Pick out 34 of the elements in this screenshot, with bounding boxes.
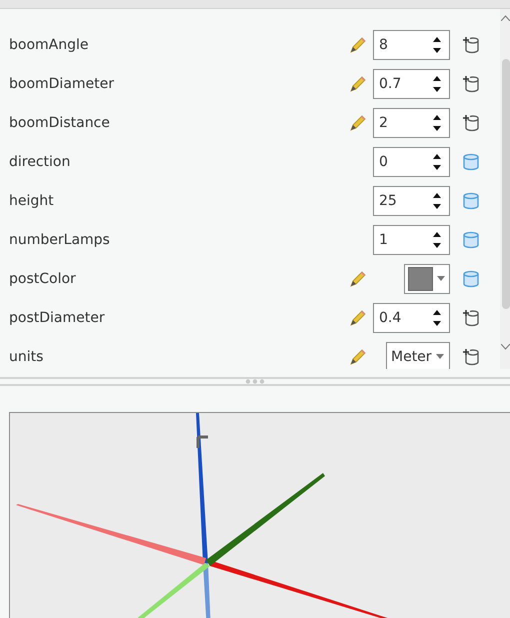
- database-icon[interactable]: [462, 152, 480, 170]
- attribute-label: boomDistance: [9, 114, 111, 130]
- scrollbar[interactable]: [500, 9, 510, 369]
- attribute-label: direction: [9, 154, 72, 170]
- attribute-label: boomDiameter: [9, 76, 116, 92]
- add-database-icon[interactable]: [462, 36, 480, 54]
- attribute-label: postColor: [9, 270, 77, 286]
- number-spinner[interactable]: 2: [373, 108, 450, 138]
- number-spinner[interactable]: 1: [373, 224, 450, 254]
- add-database-icon[interactable]: [462, 74, 480, 92]
- caret-icon: [436, 354, 444, 359]
- database-icon[interactable]: [462, 230, 480, 248]
- database-icon[interactable]: [462, 270, 480, 288]
- color-picker[interactable]: [404, 264, 450, 294]
- scroll-up-icon[interactable]: [501, 15, 510, 21]
- marker-icon: [196, 436, 210, 450]
- attribute-label: boomAngle: [9, 36, 90, 52]
- number-spinner[interactable]: 8: [373, 30, 450, 60]
- attribute-label: postDiameter: [9, 310, 106, 326]
- splitter-grip[interactable]: [244, 379, 266, 384]
- units-dropdown[interactable]: Meter: [386, 342, 450, 369]
- number-spinner[interactable]: 0: [373, 146, 450, 176]
- number-spinner[interactable]: 0.4: [373, 302, 450, 332]
- attribute-label: height: [9, 192, 55, 208]
- attribute-label: numberLamps: [9, 232, 111, 248]
- number-spinner[interactable]: 25: [373, 186, 450, 216]
- database-icon[interactable]: [462, 192, 480, 210]
- add-database-icon[interactable]: [462, 114, 480, 132]
- scroll-down-icon[interactable]: [501, 344, 510, 350]
- add-database-icon[interactable]: [462, 348, 480, 366]
- caret-icon: [437, 276, 445, 281]
- add-database-icon[interactable]: [462, 308, 480, 326]
- attribute-label: units: [9, 348, 44, 364]
- number-spinner[interactable]: 0.7: [373, 68, 450, 98]
